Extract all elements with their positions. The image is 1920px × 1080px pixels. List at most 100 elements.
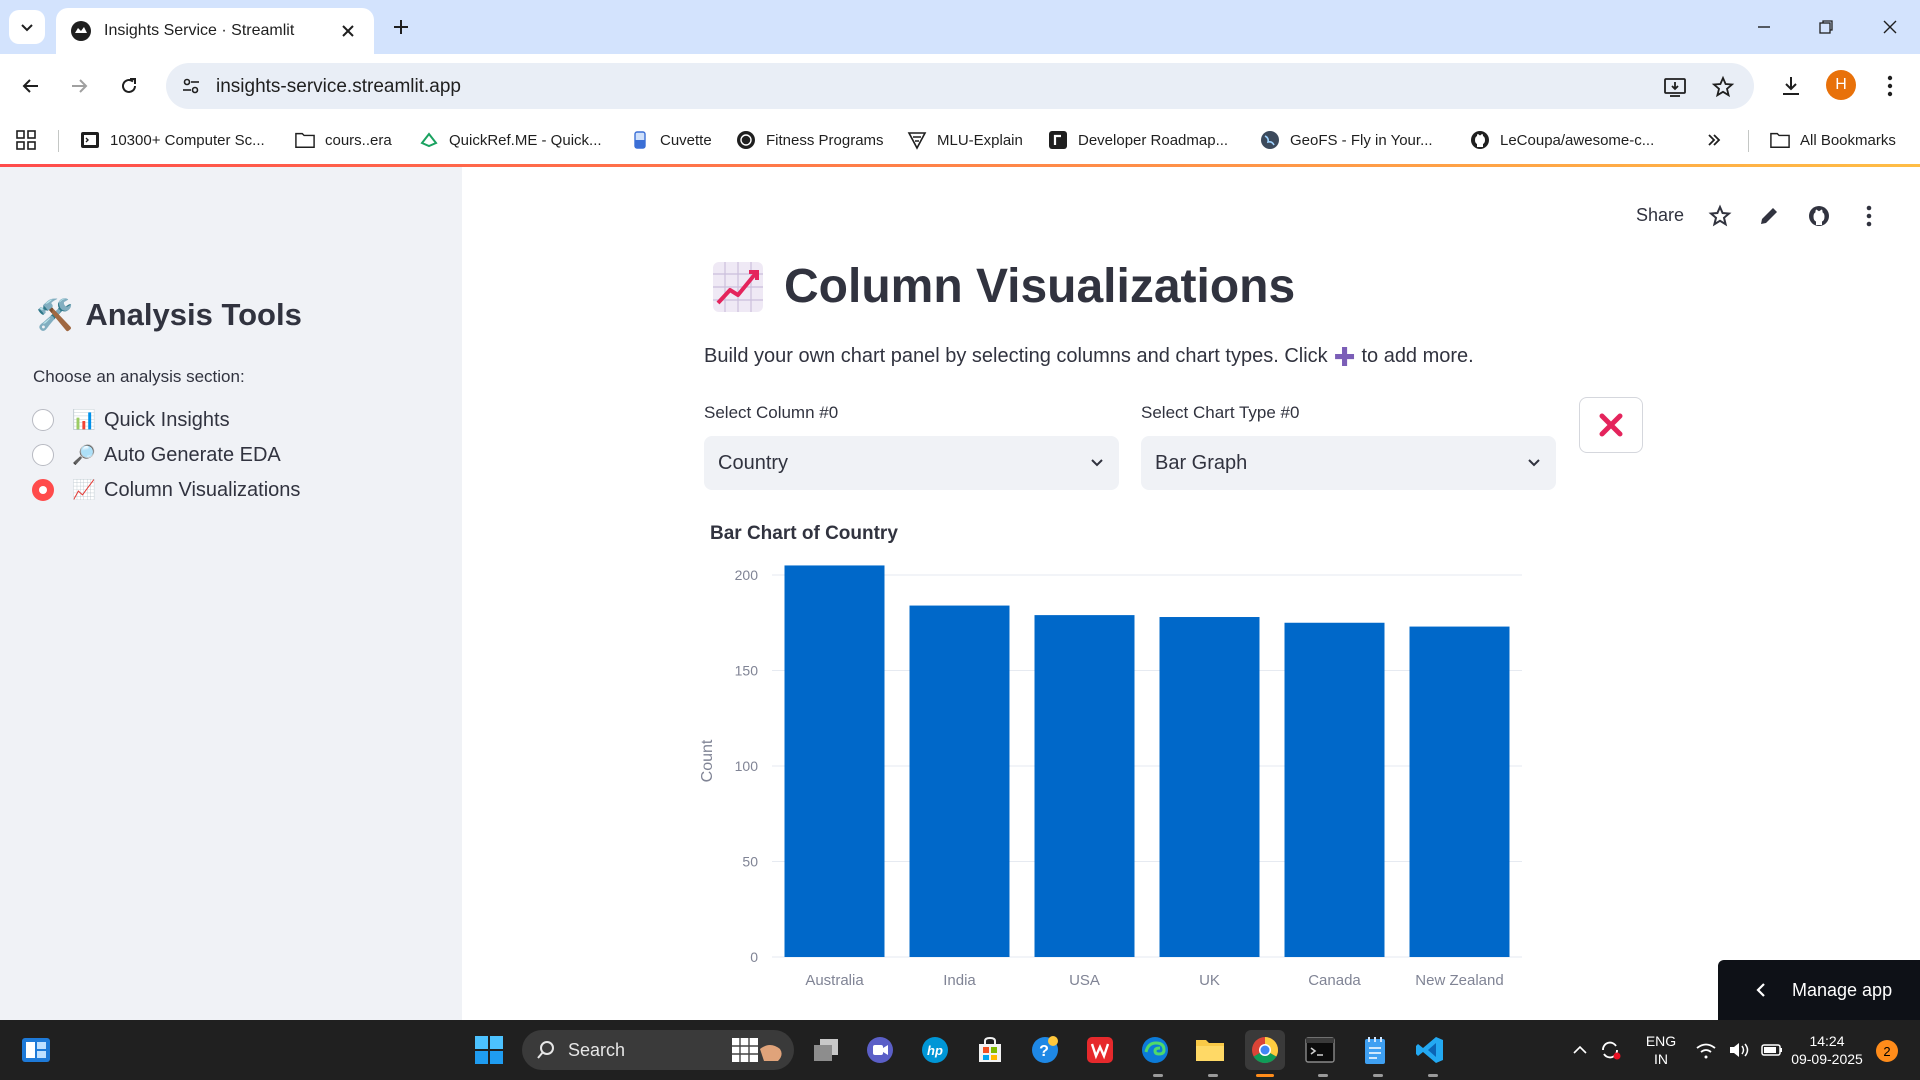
language-region: IN	[1654, 1051, 1668, 1067]
fitness-icon	[736, 130, 756, 150]
taskbar-search[interactable]: Search	[522, 1030, 794, 1070]
star-icon	[1708, 204, 1732, 227]
edit-button[interactable]	[1755, 202, 1783, 230]
radio-option-label: Column Visualizations	[104, 478, 301, 501]
radio-option-auto-generate-eda[interactable]: 🔎 Auto Generate EDA	[32, 440, 281, 470]
restore-button[interactable]	[1806, 12, 1846, 42]
notification-badge[interactable]: 2	[1876, 1040, 1898, 1062]
radio-option-column-visualizations[interactable]: 📈 Column Visualizations	[32, 475, 300, 505]
share-button[interactable]: Share	[1636, 205, 1684, 226]
bar	[909, 605, 1010, 957]
bookmark-item[interactable]: QuickRef.ME - Quick...	[419, 126, 602, 154]
edge-app-button[interactable]	[1135, 1030, 1175, 1070]
remove-chart-button[interactable]	[1579, 397, 1643, 453]
more-vertical-icon	[1887, 75, 1893, 97]
store-bag-icon	[979, 1036, 1001, 1062]
manage-app-label: Manage app	[1792, 979, 1893, 1000]
reload-button[interactable]	[113, 70, 145, 102]
clock-date: 09-09-2025	[1791, 1051, 1863, 1067]
store-app-button[interactable]	[970, 1030, 1010, 1070]
forward-button[interactable]	[63, 70, 95, 102]
back-button[interactable]	[15, 70, 47, 102]
streamlit-favicon-icon	[70, 20, 92, 42]
bookmark-folder[interactable]: cours..era	[295, 126, 392, 154]
install-app-icon[interactable]	[1662, 74, 1688, 100]
notepad-app-button[interactable]	[1355, 1030, 1395, 1070]
trend-chart-icon: 📈	[72, 480, 96, 501]
all-bookmarks-button[interactable]: All Bookmarks	[1770, 126, 1896, 154]
widgets-button[interactable]	[16, 1030, 56, 1070]
column-select[interactable]: Country	[704, 436, 1119, 490]
chrome-app-button[interactable]	[1245, 1030, 1285, 1070]
bookmark-item[interactable]: Cuvette	[630, 126, 712, 154]
task-view-button[interactable]	[806, 1030, 846, 1070]
chevron-left-icon	[1756, 983, 1765, 997]
profile-avatar[interactable]: H	[1826, 70, 1856, 100]
radio-button[interactable]	[32, 409, 54, 431]
bookmark-label: MLU-Explain	[937, 131, 1023, 149]
help-app-button[interactable]: ?	[1025, 1030, 1065, 1070]
bookmark-label: GeoFS - Fly in Your...	[1290, 131, 1433, 149]
bar-chart: 0 50 100 150 200 Count Australia India USA UK Cana…	[692, 547, 1532, 1020]
terminal-app-button[interactable]	[1300, 1030, 1340, 1070]
bookmark-item[interactable]: Fitness Programs	[736, 126, 884, 154]
reload-icon	[122, 78, 136, 93]
site-settings-icon[interactable]	[180, 75, 202, 97]
x-tick-label: USA	[1069, 972, 1100, 989]
y-tick-label: 200	[735, 567, 759, 583]
apps-grid-button[interactable]	[16, 126, 36, 154]
browser-tab-active[interactable]: Insights Service · Streamlit	[56, 8, 374, 54]
radio-button[interactable]	[32, 444, 54, 466]
description-part: to add more.	[1361, 345, 1474, 367]
system-tray-quick-settings[interactable]	[1680, 1030, 1800, 1070]
download-icon	[1783, 77, 1799, 95]
chevron-up-icon	[1573, 1045, 1587, 1054]
bookmark-item[interactable]: LeCoupa/awesome-c...	[1470, 126, 1654, 154]
meet-app-button[interactable]	[860, 1030, 900, 1070]
windows-logo-icon	[475, 1036, 503, 1064]
vscode-app-button[interactable]	[1410, 1030, 1450, 1070]
tab-close-icon[interactable]	[336, 19, 360, 43]
bookmarks-divider	[58, 130, 59, 152]
chevron-down-icon	[1091, 459, 1103, 467]
quickref-icon	[419, 130, 439, 150]
github-button[interactable]	[1805, 202, 1833, 230]
favorite-star-button[interactable]	[1706, 202, 1734, 230]
sync-status-button[interactable]	[1590, 1030, 1630, 1070]
file-explorer-button[interactable]	[1190, 1030, 1230, 1070]
browser-tabstrip: Insights Service · Streamlit	[0, 0, 1920, 54]
radio-option-label: Quick Insights	[104, 408, 230, 431]
close-window-button[interactable]	[1870, 12, 1910, 42]
address-bar[interactable]: insights-service.streamlit.app	[166, 63, 1754, 109]
svg-text:?: ?	[1039, 1043, 1049, 1060]
bookmark-item[interactable]: Developer Roadmap...	[1048, 126, 1228, 154]
bookmark-item[interactable]: MLU-Explain	[907, 126, 1023, 154]
radio-button-selected[interactable]	[32, 479, 54, 501]
language-indicator[interactable]: ENG IN	[1636, 1032, 1686, 1068]
bookmark-star-icon[interactable]	[1710, 74, 1736, 100]
radio-option-quick-insights[interactable]: 📊 Quick Insights	[32, 405, 230, 435]
chart-type-select[interactable]: Bar Graph	[1141, 436, 1556, 490]
tab-search-button[interactable]	[9, 10, 45, 44]
browser-menu-button[interactable]	[1874, 70, 1906, 102]
downloads-button[interactable]	[1775, 70, 1807, 102]
start-button[interactable]	[469, 1030, 509, 1070]
minimize-button[interactable]	[1744, 12, 1784, 42]
search-icon	[536, 1040, 556, 1060]
pencil-icon	[1761, 208, 1777, 224]
help-icon: ?	[1032, 1036, 1058, 1063]
hp-app-button[interactable]: hp	[915, 1030, 955, 1070]
edge-browser-icon	[1142, 1037, 1168, 1063]
notepad-icon	[1365, 1037, 1385, 1064]
manage-app-button[interactable]: Manage app	[1718, 960, 1920, 1020]
bookmark-item[interactable]: GeoFS - Fly in Your...	[1260, 126, 1433, 154]
bookmark-item[interactable]: 10300+ Computer Sc...	[80, 126, 265, 154]
chevron-down-icon	[1528, 459, 1540, 467]
running-indicator	[1208, 1074, 1218, 1077]
new-tab-button[interactable]	[386, 12, 416, 42]
main-menu-button[interactable]	[1855, 202, 1883, 230]
wps-app-button[interactable]	[1080, 1030, 1120, 1070]
clock[interactable]: 14:24 09-09-2025	[1784, 1032, 1870, 1068]
github-icon	[1470, 130, 1490, 150]
more-bookmarks-button[interactable]	[1706, 126, 1722, 154]
